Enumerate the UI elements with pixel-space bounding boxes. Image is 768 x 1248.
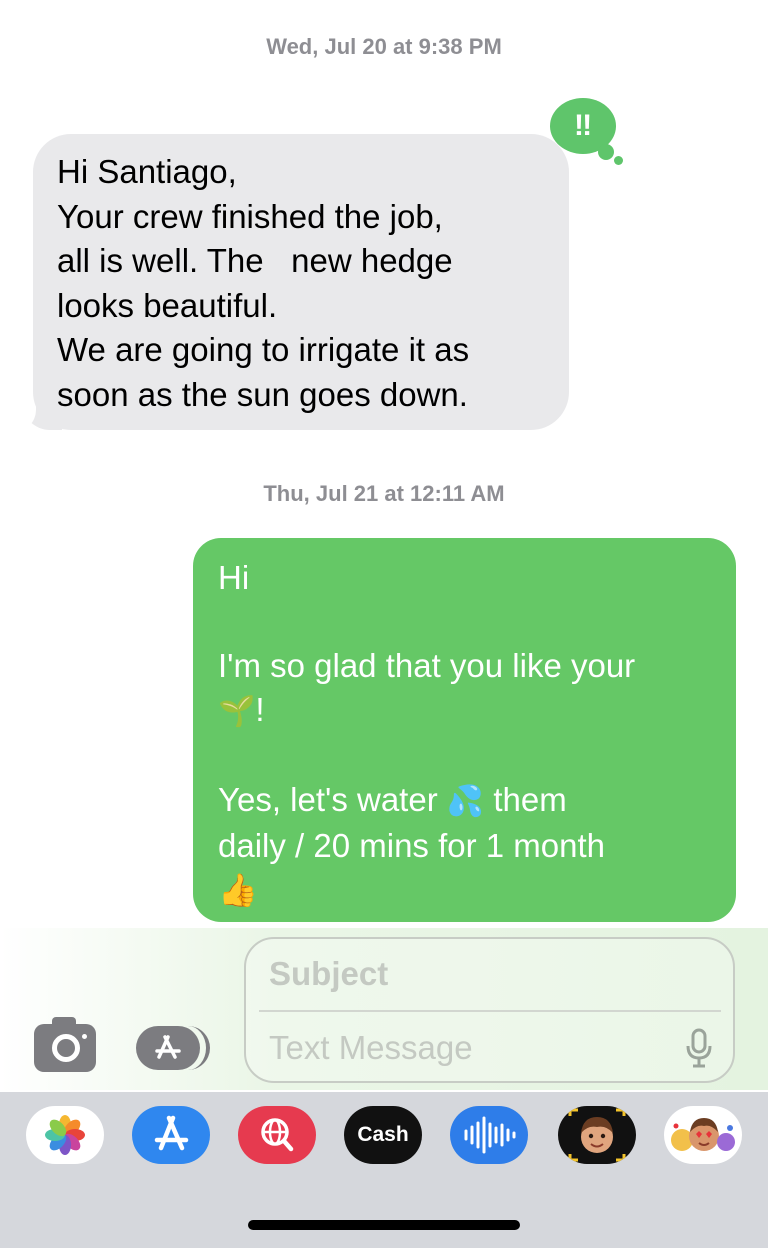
- sent-message-fragment: !: [255, 691, 265, 728]
- sent-message-line: Hi: [218, 559, 250, 596]
- reaction-tail-dot-small: [614, 156, 623, 165]
- timestamp-second: Thu, Jul 21 at 12:11 AM: [263, 481, 505, 506]
- app-store-app-icon[interactable]: [132, 1106, 210, 1164]
- memoji-stickers-icon: [671, 1118, 735, 1151]
- sent-message-fragment: Yes, let's water: [218, 781, 447, 818]
- sent-message-text: Hi I'm so glad that you like your 🌱! Yes…: [218, 556, 718, 912]
- apple-cash-text: Cash: [357, 1123, 409, 1146]
- photos-flower-icon: [45, 1115, 85, 1155]
- camera-icon-lens: [52, 1034, 80, 1062]
- received-message-line: looks beautiful.: [57, 286, 278, 324]
- camera-icon-bump: [52, 1017, 76, 1027]
- app-store-icon: [155, 1035, 181, 1059]
- memoji-stickers-app-icon[interactable]: [664, 1106, 742, 1164]
- apple-cash-app-icon[interactable]: Cash: [344, 1106, 422, 1164]
- app-store-button[interactable]: [136, 1026, 200, 1070]
- text-message-input[interactable]: Text Message: [269, 1026, 669, 1070]
- sent-message-fragment: them: [484, 781, 567, 818]
- received-message-line: all is well. The new hedge: [57, 242, 453, 279]
- microphone-icon[interactable]: [684, 1028, 714, 1068]
- sweat-droplets-emoji-icon: 💦: [446, 784, 485, 819]
- compose-divider: [259, 1010, 721, 1012]
- received-message-text: Hi Santiago, Your crew finished the job,…: [57, 150, 557, 417]
- camera-icon[interactable]: [34, 1017, 96, 1072]
- sent-message-line: I'm so glad that you like your: [218, 647, 636, 684]
- subject-input[interactable]: Subject: [269, 952, 709, 996]
- sent-message-blank-line: [218, 734, 718, 778]
- sent-message-line: 🌱!: [218, 688, 718, 734]
- reaction-tail-dot: [598, 144, 614, 160]
- memoji-face-icon: [568, 1108, 626, 1162]
- waveform-icon: [464, 1116, 516, 1154]
- image-search-app-icon[interactable]: [238, 1106, 316, 1164]
- home-indicator[interactable]: [248, 1220, 520, 1230]
- globe-search-icon: [261, 1118, 294, 1152]
- received-message-line: soon as the sun goes down.: [57, 375, 468, 413]
- audio-message-app-icon[interactable]: [450, 1106, 528, 1164]
- sent-message-line: Yes, let's water 💦 them: [218, 778, 718, 824]
- received-message-line: Your crew finished the job,: [57, 197, 443, 235]
- sent-message-blank-line: [218, 600, 718, 644]
- received-message-line: We are going to irrigate it as: [57, 331, 470, 368]
- app-store-glyph-icon: [154, 1115, 189, 1151]
- received-bubble-tail-mask: [0, 380, 36, 432]
- timestamp-first: Wed, Jul 20 at 9:38 PM: [266, 34, 502, 59]
- memoji-camera-app-icon[interactable]: [558, 1106, 636, 1164]
- camera-icon-flash: [82, 1034, 87, 1039]
- seedling-emoji-icon: 🌱: [218, 694, 256, 729]
- received-message-line: Hi Santiago,: [57, 153, 237, 190]
- thumbs-up-emoji-icon: 👍: [218, 871, 258, 909]
- sent-message-line: 👍: [218, 868, 718, 912]
- apple-cash-label: Cash: [344, 1106, 422, 1164]
- sent-message-line: daily / 20 mins for 1 month: [218, 827, 606, 864]
- photos-app-icon[interactable]: [26, 1106, 104, 1164]
